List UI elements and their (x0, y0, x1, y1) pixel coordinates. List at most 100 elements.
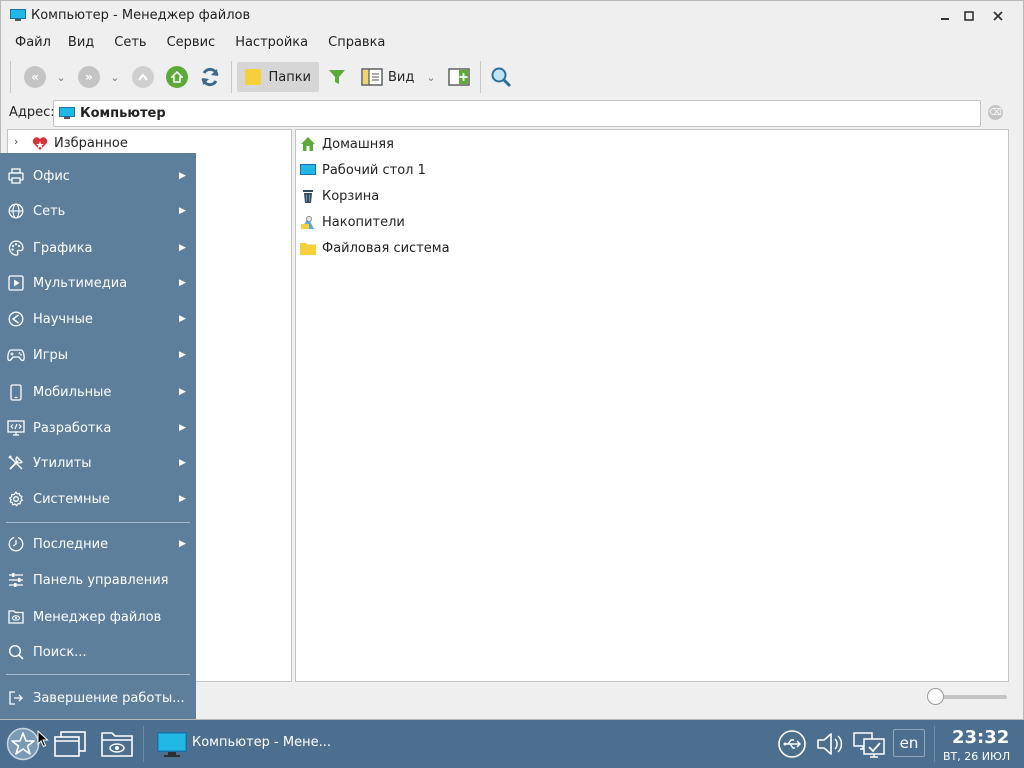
menu-item-graphics[interactable]: Графика ▶ (0, 235, 196, 261)
submenu-arrow-icon: ▶ (179, 314, 186, 324)
keyboard-layout-indicator[interactable]: en (893, 729, 925, 757)
refresh-button[interactable] (198, 62, 222, 92)
menu-divider (6, 522, 190, 523)
menu-item-label: Мобильные (33, 384, 112, 400)
file-manager-launcher[interactable] (99, 727, 135, 761)
code-icon (7, 419, 25, 437)
clear-icon: ⌫ (989, 107, 1002, 118)
volume-tray-button[interactable] (813, 727, 847, 761)
menu-item-label: Завершение работы... (33, 690, 185, 706)
submenu-arrow-icon: ▶ (179, 243, 186, 253)
menu-item-shutdown[interactable]: Завершение работы... (0, 685, 196, 711)
home-button[interactable] (165, 62, 189, 92)
menu-item-system[interactable]: Системные ▶ (0, 486, 196, 512)
up-button[interactable] (131, 62, 155, 92)
menu-help[interactable]: Справка (321, 31, 398, 55)
file-manager-icon (101, 732, 133, 757)
menu-item-office[interactable]: Офис ▶ (0, 163, 196, 189)
title-bar[interactable]: Компьютер - Менеджер файлов (1, 1, 1023, 31)
list-item-filesystem[interactable]: Файловая система (300, 238, 450, 258)
menu-item-mobile[interactable]: Мобильные ▶ (0, 379, 196, 405)
favorites-heart-icon (32, 137, 48, 150)
filter-icon (329, 70, 345, 84)
volume-icon (817, 733, 843, 755)
clear-address-button[interactable]: ⌫ (988, 105, 1003, 120)
menu-item-network[interactable]: Сеть ▶ (0, 198, 196, 224)
close-icon (993, 11, 1003, 21)
start-star-icon (6, 727, 40, 761)
submenu-arrow-icon: ▶ (179, 206, 186, 216)
maximize-button[interactable] (958, 5, 980, 27)
chevron-down-icon: ⌄ (110, 70, 120, 84)
back-icon: « (24, 66, 46, 88)
filter-button[interactable] (326, 62, 348, 92)
list-item-label: Файловая система (322, 240, 450, 256)
menu-item-games[interactable]: Игры ▶ (0, 342, 196, 368)
phone-icon (7, 383, 25, 401)
address-value: Компьютер (80, 106, 166, 121)
minimize-button[interactable] (934, 5, 956, 27)
mouse-cursor-icon (37, 730, 49, 748)
view-button[interactable]: Вид (361, 62, 417, 92)
forward-button[interactable]: » (77, 62, 101, 92)
menu-settings[interactable]: Настройка (228, 31, 321, 55)
up-icon (132, 66, 154, 88)
list-item-label: Домашняя (322, 136, 394, 152)
home-icon (166, 66, 188, 88)
menu-item-science[interactable]: Научные ▶ (0, 306, 196, 332)
computer-icon (59, 107, 75, 119)
menu-item-development[interactable]: Разработка ▶ (0, 415, 196, 441)
search-button[interactable] (489, 62, 513, 92)
list-item-label: Накопители (322, 214, 405, 230)
refresh-icon (201, 67, 219, 87)
zoom-slider-handle[interactable] (927, 688, 944, 705)
list-item-desktop[interactable]: Рабочий стол 1 (300, 160, 426, 180)
menu-item-multimedia[interactable]: Мультимедиа ▶ (0, 270, 196, 296)
taskbar-separator (934, 726, 935, 762)
menu-item-label: Научные (33, 311, 93, 327)
menu-item-file-manager[interactable]: Менеджер файлов (0, 604, 196, 630)
new-panel-button[interactable] (447, 62, 471, 92)
chevron-down-icon: ⌄ (56, 70, 66, 84)
address-bar: Адрес: Компьютер ⌫ (1, 98, 1023, 128)
list-item-trash[interactable]: Корзина (300, 186, 379, 206)
maximize-icon (964, 11, 974, 21)
toolbar: « ⌄ » ⌄ Папки Вид ⌄ (1, 57, 1023, 97)
menu-network[interactable]: Сеть (107, 31, 159, 55)
network-connected-icon (853, 732, 885, 758)
submenu-arrow-icon: ▶ (179, 458, 186, 468)
clock-time[interactable]: 23:32 (952, 727, 1009, 748)
file-list: Домашняя Рабочий стол 1 Корзина Накопите… (295, 129, 1009, 682)
back-history-button[interactable]: ⌄ (54, 62, 68, 92)
menu-item-control-panel[interactable]: Панель управления (0, 567, 196, 593)
back-button[interactable]: « (23, 62, 47, 92)
forward-history-button[interactable]: ⌄ (108, 62, 122, 92)
view-options-button[interactable]: ⌄ (424, 62, 438, 92)
menu-item-utilities[interactable]: Утилиты ▶ (0, 450, 196, 476)
network-tray-button[interactable] (851, 727, 887, 761)
menu-service[interactable]: Сервис (160, 31, 229, 55)
gear-icon (7, 490, 25, 508)
science-icon (7, 310, 25, 328)
computer-icon (157, 732, 187, 757)
list-item-home[interactable]: Домашняя (300, 134, 394, 154)
menu-file[interactable]: Файл (1, 31, 61, 55)
menu-item-recent[interactable]: Последние ▶ (0, 531, 196, 557)
submenu-arrow-icon: ▶ (179, 494, 186, 504)
menu-view[interactable]: Вид (61, 31, 107, 55)
menu-item-label: Игры (33, 347, 69, 363)
taskbar: Компьютер - Мене... en 23:32 ВТ, 26 ИЮЛ (0, 720, 1024, 768)
menu-item-label: Разработка (33, 420, 112, 436)
show-windows-button[interactable] (52, 727, 88, 761)
menu-item-label: Менеджер файлов (33, 609, 162, 625)
address-input[interactable]: Компьютер (53, 100, 981, 127)
usb-tray-button[interactable] (775, 727, 809, 761)
folder-icon (300, 240, 316, 256)
menu-item-label: Офис (33, 168, 70, 184)
menu-item-search[interactable]: Поиск... (0, 639, 196, 665)
folders-toggle-button[interactable]: Папки (237, 62, 319, 92)
view-label: Вид (388, 69, 415, 85)
list-item-drives[interactable]: Накопители (300, 212, 405, 232)
menu-divider (6, 674, 190, 675)
close-button[interactable] (987, 5, 1009, 27)
